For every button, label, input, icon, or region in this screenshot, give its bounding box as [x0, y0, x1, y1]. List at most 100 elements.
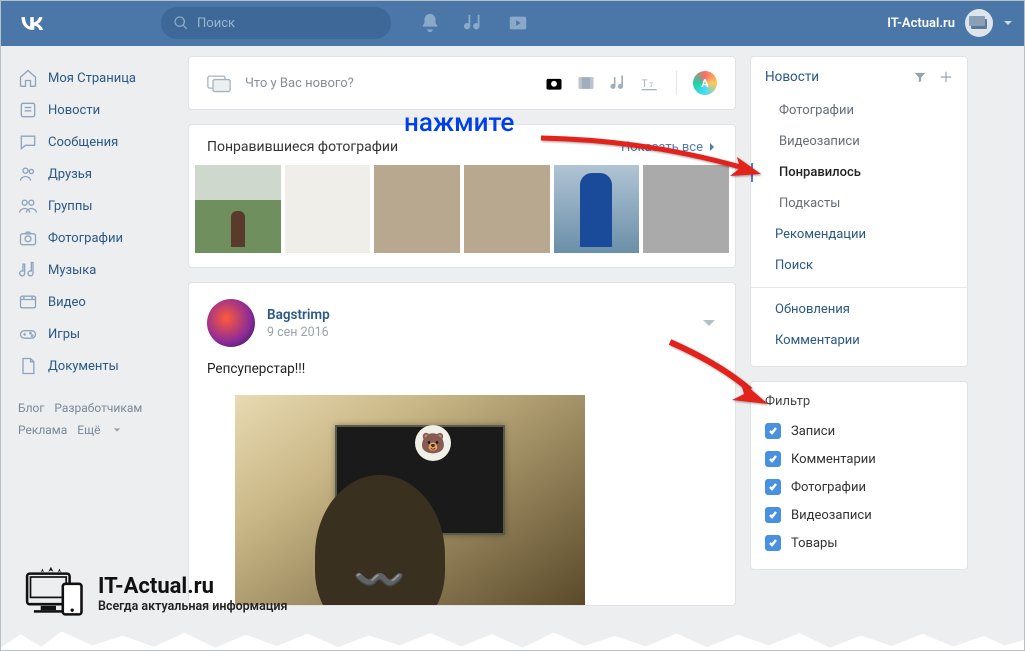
news-header-label[interactable]: Новости [765, 69, 819, 85]
r-item-videos[interactable]: Видеозаписи [751, 126, 967, 157]
music-tool-icon[interactable] [608, 73, 628, 93]
liked-photos-title: Понравившиеся фотографии [207, 139, 621, 155]
music-nav-icon [18, 260, 38, 280]
post-user-link[interactable]: Bagstrimp [267, 307, 330, 323]
footer-devs[interactable]: Разработчикам [54, 401, 142, 415]
search-input[interactable] [197, 16, 379, 31]
content: Моя Страница Новости Сообщения Друзья Гр… [0, 46, 1025, 630]
filter-comments[interactable]: Комментарии [751, 445, 967, 473]
r-item-podcasts[interactable]: Подкасты [751, 188, 967, 219]
camera-tool-icon[interactable] [544, 73, 564, 93]
r-item-photos[interactable]: Фотографии [751, 95, 967, 126]
show-all-link[interactable]: Показать все [621, 140, 717, 155]
post-image[interactable]: 🐻 〰️ [235, 395, 585, 605]
r-item-search[interactable]: Поиск [751, 250, 967, 281]
photo-thumb[interactable] [643, 165, 729, 253]
post-card: Bagstrimp 9 сен 2016 Репсуперстар!!! 🐻 〰… [188, 282, 736, 606]
text-tool-icon[interactable]: TT [640, 73, 660, 93]
photo-thumb[interactable] [554, 165, 640, 253]
composer-tools: TT A [544, 71, 717, 95]
nav-label: Друзья [48, 167, 92, 182]
plus-icon[interactable] [939, 70, 953, 84]
divider [676, 71, 677, 95]
nav-music[interactable]: Музыка [12, 254, 174, 286]
left-sidebar: Моя Страница Новости Сообщения Друзья Гр… [12, 56, 174, 620]
r-item-recommend[interactable]: Рекомендации [751, 219, 967, 250]
username-label: IT-Actual.ru [887, 16, 955, 31]
composer[interactable]: Что у Вас нового? TT A [188, 56, 736, 110]
video-tool-icon[interactable] [576, 73, 596, 93]
filter-card: Фильтр Записи Комментарии Фотографии Вид… [750, 381, 968, 570]
music-icon[interactable] [463, 12, 485, 34]
nav-label: Фотографии [48, 231, 123, 246]
chevron-down-icon[interactable] [701, 315, 717, 331]
nav-my-page[interactable]: Моя Страница [12, 62, 174, 94]
filter-label: Видеозаписи [791, 508, 872, 523]
svg-text:T: T [642, 79, 648, 90]
divider [751, 287, 967, 288]
home-icon [18, 68, 38, 88]
nav-label: Сообщения [48, 135, 118, 150]
r-item-liked[interactable]: Понравилось [751, 157, 967, 188]
footer-ads[interactable]: Реклама [18, 423, 67, 437]
chevron-down-icon [113, 426, 121, 434]
nav-messages[interactable]: Сообщения [12, 126, 174, 158]
search-box[interactable] [161, 7, 391, 39]
filter-icon[interactable] [913, 70, 927, 84]
nav-label: Новости [48, 103, 100, 118]
checkbox-icon [765, 479, 781, 495]
post-date: 9 сен 2016 [267, 325, 330, 340]
nav-label: Музыка [48, 263, 96, 278]
filter-videos[interactable]: Видеозаписи [751, 501, 967, 529]
news-sections-card: Новости Фотографии Видеозаписи Понравило… [750, 56, 968, 367]
footer-blog[interactable]: Блог [18, 401, 44, 415]
chevron-right-icon [707, 142, 717, 152]
vk-logo-icon[interactable] [18, 9, 46, 37]
nav-photos[interactable]: Фотографии [12, 222, 174, 254]
checkbox-icon [765, 423, 781, 439]
video-play-icon[interactable] [507, 12, 529, 34]
nav-label: Видео [48, 295, 86, 310]
post-text: Репсуперстар!!! [189, 351, 735, 387]
nav-friends[interactable]: Друзья [12, 158, 174, 190]
chat-icon [18, 132, 38, 152]
nav-groups[interactable]: Группы [12, 190, 174, 222]
checkbox-icon [765, 507, 781, 523]
footer-more[interactable]: Ещё [77, 423, 121, 437]
right-sidebar: Новости Фотографии Видеозаписи Понравило… [750, 56, 968, 620]
chevron-down-icon [1003, 18, 1013, 28]
filter-label: Записи [791, 424, 835, 439]
nav-video[interactable]: Видео [12, 286, 174, 318]
filter-photos[interactable]: Фотографии [751, 473, 967, 501]
nav-label: Игры [48, 327, 80, 342]
docs-icon [18, 356, 38, 376]
camera-icon [18, 228, 38, 248]
nav-label: Моя Страница [48, 71, 136, 86]
header-user[interactable]: IT-Actual.ru [887, 9, 1013, 37]
nav-games[interactable]: Игры [12, 318, 174, 350]
r-item-comments[interactable]: Комментарии [751, 325, 967, 356]
bell-icon[interactable] [419, 12, 441, 34]
svg-text:T: T [649, 81, 653, 89]
top-header: IT-Actual.ru [0, 0, 1025, 46]
photo-thumb[interactable] [464, 165, 550, 253]
filter-label: Комментарии [791, 452, 876, 467]
video-icon [18, 292, 38, 312]
post-avatar[interactable] [207, 299, 255, 347]
checkbox-icon [765, 451, 781, 467]
liked-photos-card: Понравившиеся фотографии Показать все [188, 124, 736, 268]
composer-placeholder: Что у Вас нового? [245, 76, 544, 91]
footer-links: Блог Разработчикам Реклама Ещё [12, 398, 174, 441]
nav-docs[interactable]: Документы [12, 350, 174, 382]
filter-posts[interactable]: Записи [751, 417, 967, 445]
photo-thumb[interactable] [374, 165, 460, 253]
gamepad-icon [18, 324, 38, 344]
r-item-updates[interactable]: Обновления [751, 294, 967, 325]
photo-thumb[interactable] [285, 165, 371, 253]
story-icon[interactable]: A [693, 71, 717, 95]
photo-thumb[interactable] [195, 165, 281, 253]
center-column: Что у Вас нового? TT A Понравившиеся фот… [188, 56, 736, 620]
nav-news[interactable]: Новости [12, 94, 174, 126]
nav-label: Документы [48, 359, 119, 374]
filter-goods[interactable]: Товары [751, 529, 967, 557]
